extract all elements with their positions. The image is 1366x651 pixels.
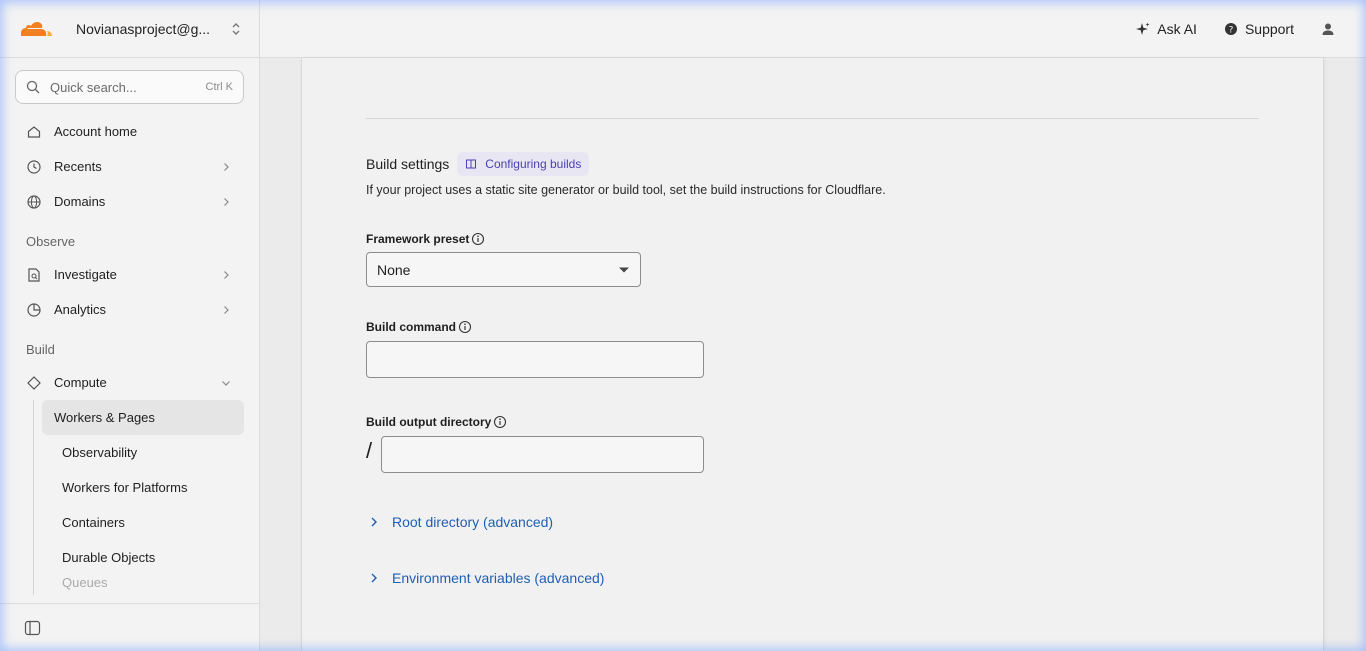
sidebar-item-durable-objects[interactable]: Durable Objects	[42, 540, 244, 575]
sidebar-item-domains[interactable]: Domains	[0, 184, 259, 219]
build-settings-panel: Build settings Configuring builds If you…	[301, 58, 1324, 651]
cloudflare-logo-icon	[21, 21, 52, 36]
sidebar-footer	[0, 603, 259, 651]
sidebar: Novianasproject@g... Quick search... Ctr…	[0, 0, 260, 651]
account-name: Novianasproject@g...	[76, 20, 211, 37]
configuring-builds-link[interactable]: Configuring builds	[457, 152, 590, 176]
book-icon	[465, 158, 477, 170]
framework-preset-text: Framework preset	[366, 232, 470, 246]
pie-chart-icon	[26, 302, 42, 318]
user-icon	[1320, 21, 1336, 37]
search-placeholder: Quick search...	[50, 79, 137, 95]
section-build: Build	[26, 342, 55, 357]
search-shortcut: Ctrl K	[205, 81, 234, 93]
sidebar-item-account-home[interactable]: Account home	[0, 114, 259, 149]
environment-variables-label: Environment variables (advanced)	[392, 570, 605, 586]
chevron-right-icon	[221, 162, 231, 172]
sidebar-item-label: Account home	[54, 124, 138, 139]
root-directory-label: Root directory (advanced)	[392, 514, 554, 530]
build-settings-header: Build settings Configuring builds	[366, 152, 590, 176]
framework-preset-select[interactable]: None	[366, 252, 641, 287]
chevron-down-icon	[221, 378, 231, 388]
framework-preset-label: Framework preset	[366, 232, 485, 246]
diamond-icon	[26, 375, 42, 391]
info-icon[interactable]	[458, 320, 472, 334]
sidebar-item-label: Analytics	[54, 302, 107, 317]
globe-icon	[26, 194, 42, 210]
caret-down-icon	[619, 267, 629, 272]
configuring-builds-label: Configuring builds	[485, 157, 582, 171]
info-icon[interactable]	[493, 415, 507, 429]
sidebar-item-compute[interactable]: Compute	[0, 365, 259, 400]
sidebar-item-containers[interactable]: Containers	[42, 505, 244, 540]
sidebar-item-label: Investigate	[54, 267, 117, 282]
sidebar-item-analytics[interactable]: Analytics	[0, 292, 259, 327]
document-search-icon	[26, 267, 42, 283]
build-settings-title: Build settings	[366, 156, 450, 172]
support-button[interactable]: ? Support	[1223, 21, 1294, 37]
sidebar-item-investigate[interactable]: Investigate	[0, 257, 259, 292]
environment-variables-toggle[interactable]: Environment variables (advanced)	[366, 570, 604, 586]
ask-ai-button[interactable]: Ask AI	[1135, 21, 1197, 37]
build-settings-description: If your project uses a static site gener…	[366, 183, 886, 197]
build-command-label: Build command	[366, 320, 472, 334]
build-output-directory-label: Build output directory	[366, 415, 507, 429]
svg-text:?: ?	[1229, 25, 1234, 35]
sidebar-item-workers-pages[interactable]: Workers & Pages	[42, 400, 244, 435]
section-observe: Observe	[26, 234, 76, 249]
chevron-right-icon	[221, 305, 231, 315]
account-switcher[interactable]: Novianasproject@g...	[0, 0, 259, 58]
chevron-right-icon	[368, 572, 380, 584]
sidebar-item-label: Recents	[54, 159, 102, 174]
sparkle-icon	[1135, 21, 1151, 37]
sidebar-item-queues[interactable]: Queues	[42, 575, 244, 595]
help-circle-icon: ?	[1223, 21, 1239, 37]
chevron-right-icon	[221, 197, 231, 207]
framework-preset-value: None	[377, 261, 411, 278]
section-divider	[366, 118, 1259, 119]
support-label: Support	[1244, 20, 1294, 37]
sidebar-item-observability[interactable]: Observability	[42, 435, 244, 470]
info-icon[interactable]	[471, 232, 485, 246]
user-menu-button[interactable]	[1320, 21, 1342, 37]
build-output-directory-input[interactable]	[381, 436, 704, 473]
sidebar-item-workers-for-platforms[interactable]: Workers for Platforms	[42, 470, 244, 505]
home-icon	[26, 124, 42, 140]
compute-submenu: Workers & Pages Observability Workers fo…	[33, 400, 259, 595]
sidebar-item-recents[interactable]: Recents	[0, 149, 259, 184]
build-command-input[interactable]	[366, 341, 704, 378]
main-content: Build settings Configuring builds If you…	[260, 58, 1366, 651]
chevron-up-down-icon[interactable]	[229, 21, 243, 37]
sidebar-item-label: Compute	[54, 375, 107, 390]
ask-ai-label: Ask AI	[1157, 20, 1197, 37]
chevron-right-icon	[221, 270, 231, 280]
sidebar-nav: Account home Recents Domains Observe Inv…	[0, 104, 259, 595]
build-command-text: Build command	[366, 320, 457, 334]
quick-search-input[interactable]: Quick search... Ctrl K	[15, 70, 244, 104]
build-output-directory-text: Build output directory	[366, 415, 492, 429]
sidebar-toggle-icon[interactable]	[24, 620, 42, 636]
topbar: Ask AI ? Support	[260, 0, 1366, 58]
sidebar-item-label: Domains	[54, 194, 106, 209]
clock-icon	[26, 159, 42, 175]
root-directory-toggle[interactable]: Root directory (advanced)	[366, 514, 553, 530]
output-path-prefix: /	[366, 438, 373, 463]
search-icon	[26, 80, 40, 94]
chevron-right-icon	[368, 516, 380, 528]
